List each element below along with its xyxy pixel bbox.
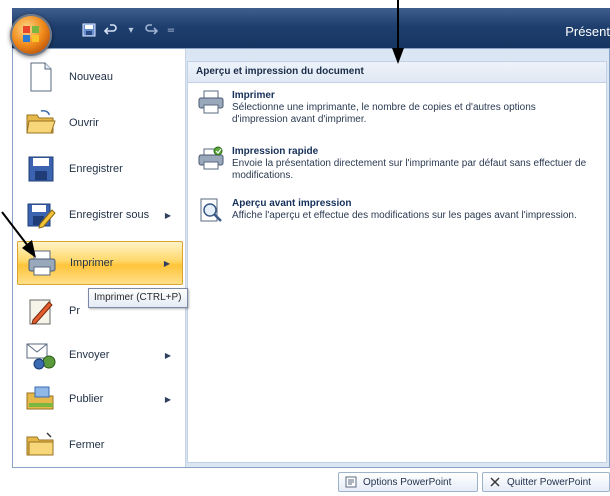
redo-icon[interactable] [142,21,160,39]
submenu-arrow-icon: ▶ [164,394,171,404]
app-title: Présent [565,24,610,39]
menu-item-label: Ouvrir [69,117,99,129]
menu-item-label: Enregistrer sous [69,209,150,221]
send-icon [23,337,59,373]
menu-item-enregistrer[interactable]: Enregistrer [17,147,183,191]
menu-item-label: Publier [69,393,104,405]
prepare-icon [23,293,59,329]
annotation-arrow-down [392,0,404,64]
menu-item-enregistrer-sous[interactable]: Enregistrer sous ▶ [17,193,183,237]
dropdown-icon[interactable]: ▾ [124,21,138,39]
menu-item-nouveau[interactable]: Nouveau [17,55,183,99]
menu-item-label: Fermer [69,439,105,451]
save-icon[interactable] [80,21,98,39]
submenu-item-imprimer[interactable]: Imprimer Sélectionne une imprimante, le … [196,90,592,126]
menu-item-ouvrir[interactable]: Ouvrir [17,101,183,145]
title-bar: ▾ = Présent [12,8,610,48]
open-folder-icon [23,105,59,141]
options-label: Options PowerPoint [363,476,452,488]
tooltip: Imprimer (CTRL+P) [88,288,188,308]
submenu-arrow-icon: ▶ [164,350,171,360]
options-powerpoint-button[interactable]: Options PowerPoint [338,472,478,492]
options-icon [345,476,357,488]
submenu-item-desc: Envoie la présentation directement sur l… [232,158,587,181]
print-submenu-pane: Aperçu et impression du document Imprime… [187,61,607,463]
new-document-icon [23,59,59,95]
submenu-item-title: Impression rapide [232,146,319,157]
menu-item-label: Imprimer [70,257,114,269]
menu-item-fermer[interactable]: Fermer [17,423,183,467]
save-icon [23,151,59,187]
office-button[interactable] [10,14,52,56]
menu-item-label: Enregistrer [69,163,123,175]
submenu-item-title: Imprimer [232,90,275,101]
quick-print-icon [196,146,226,176]
print-preview-icon [196,198,226,228]
menu-item-envoyer[interactable]: Envoyer ▶ [17,333,183,377]
menu-item-label: Pr [69,305,80,317]
menu-item-imprimer[interactable]: Imprimer ▶ [17,241,183,285]
printer-icon [196,90,226,120]
submenu-item-title: Aperçu avant impression [232,198,352,209]
menu-item-label: Envoyer [69,349,110,361]
quick-access-toolbar: ▾ = [80,20,178,40]
undo-icon[interactable] [102,21,120,39]
annotation-arrow-diagonal [1,211,36,258]
submenu-arrow-icon: ▶ [164,210,171,220]
customize-qat-icon[interactable]: = [164,21,178,39]
submenu-item-impression-rapide[interactable]: Impression rapide Envoie la présentation… [196,146,592,182]
quit-powerpoint-button[interactable]: Quitter PowerPoint [482,472,610,492]
submenu-item-desc: Sélectionne une imprimante, le nombre de… [232,102,536,125]
close-folder-icon [23,427,59,463]
submenu-item-apercu[interactable]: Aperçu avant impression Affiche l'aperçu… [196,198,592,228]
submenu-arrow-icon: ▶ [163,258,170,268]
quit-label: Quitter PowerPoint [507,476,591,488]
submenu-item-desc: Affiche l'aperçu et effectue des modific… [232,210,577,221]
office-logo-icon [23,26,39,42]
office-menu: Nouveau Ouvrir Enregistrer Enregistrer s… [12,48,610,468]
close-icon [489,476,501,488]
menu-item-publier[interactable]: Publier ▶ [17,377,183,421]
menu-item-label: Nouveau [69,71,114,83]
publish-icon [23,381,59,417]
